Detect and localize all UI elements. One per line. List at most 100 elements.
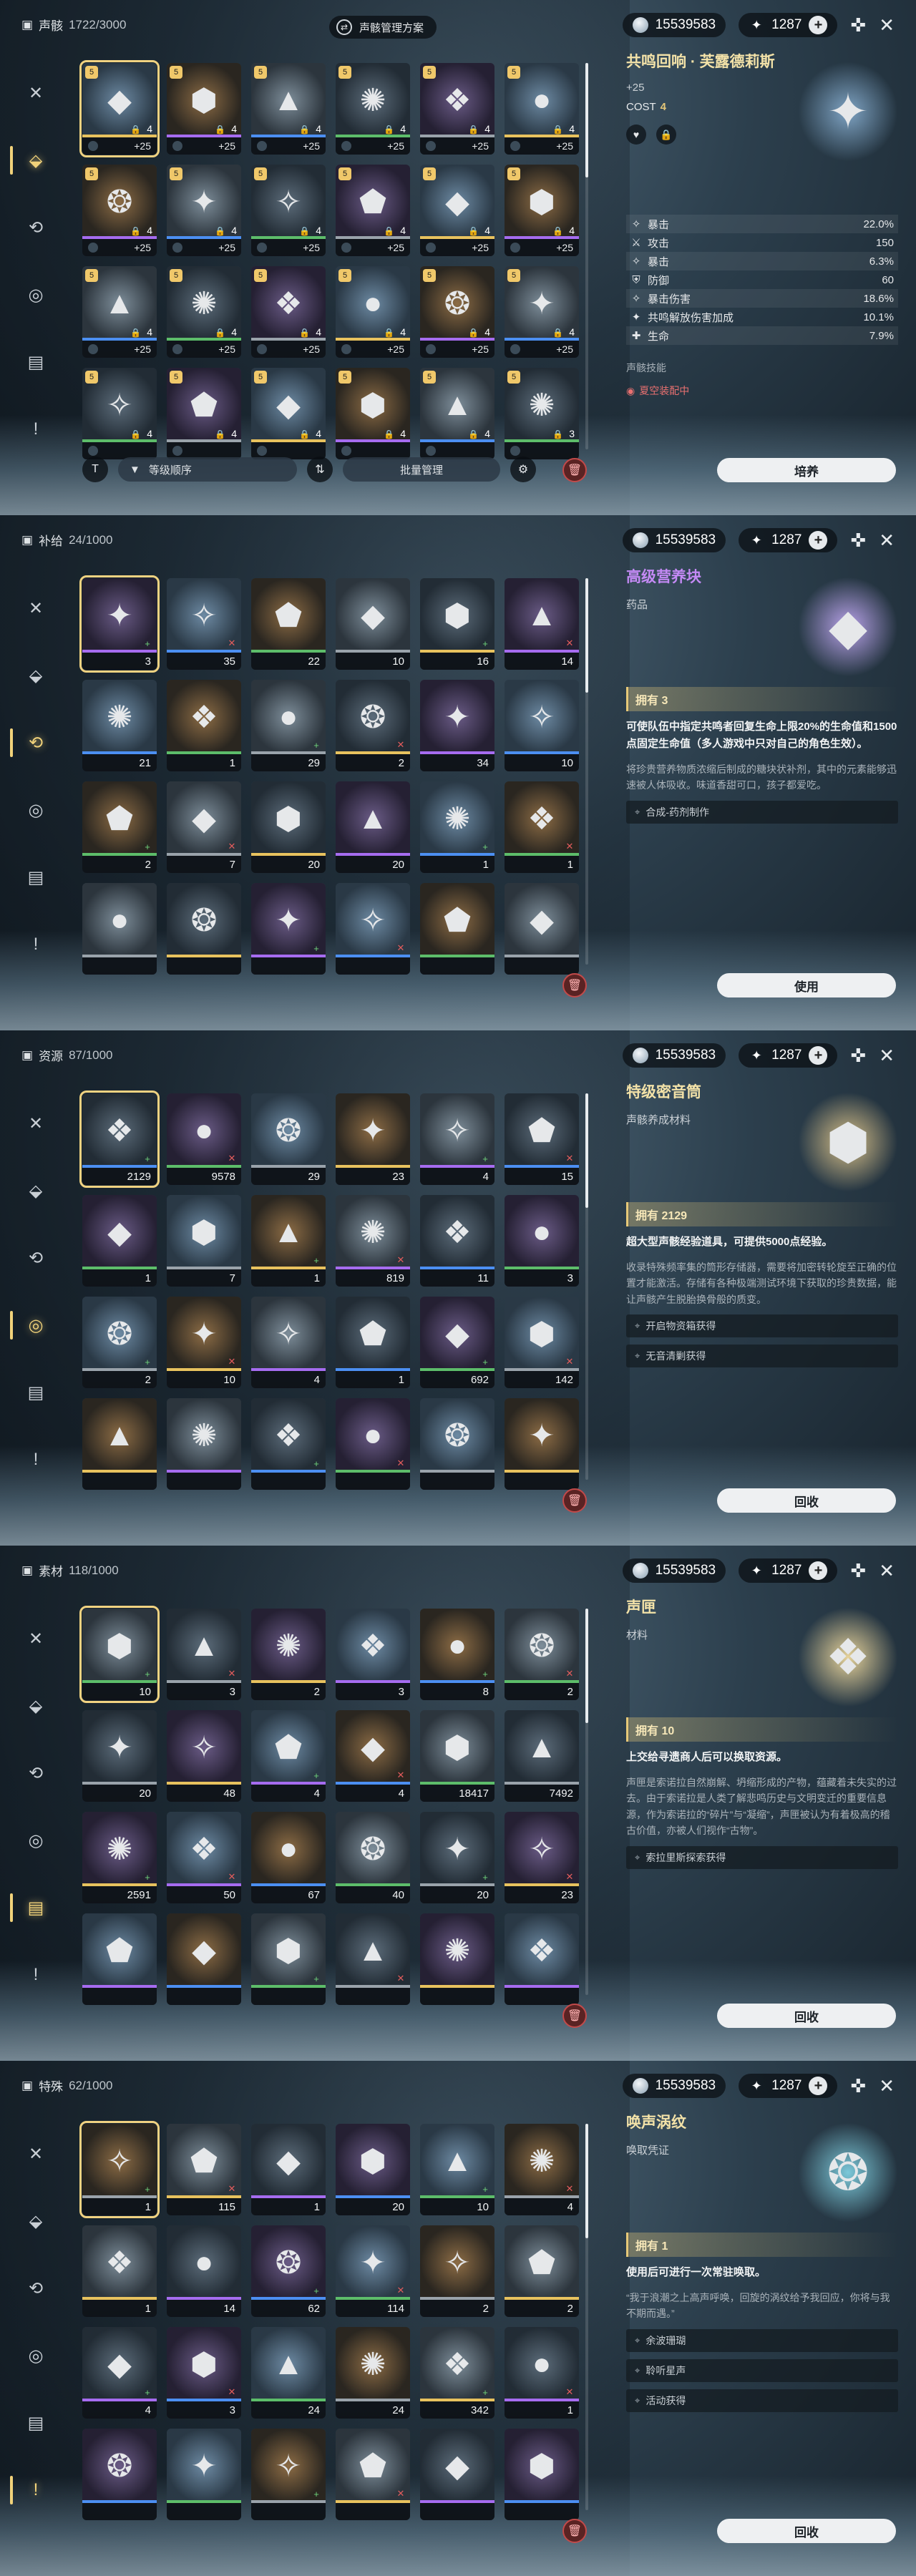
item-slot[interactable]: ✺ ✕ 819 [336,1195,410,1287]
item-slot[interactable]: ◆ ✕ 4 [336,1710,410,1802]
item-slot[interactable]: ❖ ✕ 50 [167,1812,241,1903]
item-slot[interactable]: ⬟ 1 [336,1297,410,1388]
item-slot[interactable]: ⬢ ✕ 142 [505,1297,579,1388]
item-slot[interactable]: ✦ 23 [336,1093,410,1185]
item-slot[interactable]: ⬟ ✕ 15 [505,1093,579,1185]
item-slot[interactable]: ▲ 5 4 🔒 [420,368,494,459]
item-slot[interactable]: ✺ 2 [251,1609,326,1700]
add-currency-button[interactable]: + [809,16,828,34]
sidebar-cross-swords-button[interactable]: ✕ [20,1108,52,1139]
item-slot[interactable]: ● 14 [167,2225,241,2317]
item-slot[interactable]: ⬢ [505,2429,579,2520]
item-slot[interactable]: ✦ ✕ 10 [167,1297,241,1388]
sidebar-cross-swords-button[interactable]: ✕ [20,2138,52,2170]
item-slot[interactable]: ⬟ 5 4 🔒 [167,368,241,459]
item-slot[interactable]: ▲ [82,1398,157,1490]
batch-manage-button[interactable]: 批量管理 [343,457,500,482]
source-entry[interactable]: ⌖ 余波珊瑚 [626,2328,898,2352]
sidebar-cross-swords-button[interactable]: ✕ [20,592,52,624]
item-slot[interactable]: ▲ 24 [251,2327,326,2419]
item-slot[interactable]: ▲ 5 4 🔒 +25 [82,266,157,358]
lock-toggle-icon[interactable]: 🔒 [656,125,676,145]
item-slot[interactable]: ❂ +62 [251,2225,326,2317]
item-slot[interactable]: ⬟ 5 4 🔒 +25 [336,165,410,256]
add-currency-button[interactable]: + [809,2077,828,2095]
item-slot[interactable]: ✺ ✕ 4 [505,2124,579,2215]
item-slot[interactable]: ● [82,883,157,975]
item-slot[interactable]: ✦ 34 [420,680,494,771]
item-slot[interactable]: ⬟ 2 [505,2225,579,2317]
item-slot[interactable]: ❂ [167,883,241,975]
item-slot[interactable]: ✺ 24 [336,2327,410,2419]
item-slot[interactable]: ⬢ + [251,1913,326,2005]
item-slot[interactable]: ❖ 5 4 🔒 +25 [420,63,494,155]
scrollbar-thumb[interactable] [585,63,588,177]
sidebar-resource-button[interactable]: ◎ [20,279,52,311]
sidebar-supply-button[interactable]: ⟲ [10,727,52,758]
item-slot[interactable]: ▲ ✕ 14 [505,578,579,670]
item-slot[interactable]: ❖ 1 [167,680,241,771]
sidebar-resource-button[interactable]: ◎ [20,1825,52,1856]
sidebar-echo-button[interactable]: ⬙ [20,1175,52,1206]
sidebar-special-button[interactable]: ! [20,1959,52,1991]
discard-button[interactable]: 🗑 [562,2004,587,2028]
item-slot[interactable]: ⬟ +2 [82,781,157,873]
item-slot[interactable]: ◆ 5 4 🔒 [251,368,326,459]
item-slot[interactable]: ❂ +2 [82,1297,157,1388]
scrollbar-thumb[interactable] [585,1093,588,1208]
item-slot[interactable]: ✺ [420,1913,494,2005]
item-slot[interactable]: ✦ [505,1398,579,1490]
item-slot[interactable]: ❖ [505,1913,579,2005]
item-slot[interactable]: ▲ ✕ 3 [167,1609,241,1700]
grid-scrollbar[interactable] [585,63,588,449]
item-slot[interactable]: ◆ [420,2429,494,2520]
item-slot[interactable]: ● ✕ 9578 [167,1093,241,1185]
item-slot[interactable]: ✦ + [251,883,326,975]
sidebar-special-button[interactable]: ! [20,929,52,960]
sidebar-supply-button[interactable]: ⟲ [20,1757,52,1789]
item-slot[interactable]: ✦ 5 4 🔒 +25 [167,165,241,256]
item-slot[interactable]: ✧ 10 [505,680,579,771]
compass-icon[interactable]: ✜ [850,2075,866,2097]
sidebar-echo-button[interactable]: ⬙ [20,1690,52,1722]
source-entry[interactable]: ⌖ 聆听星声 [626,2358,898,2382]
compass-icon[interactable]: ✜ [850,14,866,36]
item-slot[interactable]: ❖ 5 4 🔒 +25 [251,266,326,358]
item-slot[interactable]: ⬢ 5 4 🔒 [336,368,410,459]
item-slot[interactable]: ❖ +2129 [79,1091,160,1188]
sidebar-special-button[interactable]: ! [20,1444,52,1475]
sidebar-material-button[interactable]: ▤ [10,1892,52,1923]
item-slot[interactable]: ● +29 [251,680,326,771]
sort-dropdown[interactable]: ▼ 等级顺序 [118,457,297,482]
item-slot[interactable]: ● 5 4 🔒 +25 [336,266,410,358]
item-slot[interactable]: ● 3 [505,1195,579,1287]
source-entry[interactable]: ⌖ 合成-药剂制作 [626,800,898,824]
item-slot[interactable]: ❖ 1 [82,2225,157,2317]
item-slot[interactable]: ⬟ ✕ 115 [167,2124,241,2215]
item-slot[interactable]: ◆ +4 [82,2327,157,2419]
sidebar-special-button[interactable]: ! [20,414,52,445]
sort-direction-button[interactable]: ⇅ [307,457,333,482]
item-slot[interactable]: ❂ [420,1398,494,1490]
item-slot[interactable]: ⬢ +16 [420,578,494,670]
item-slot[interactable]: ❂ ✕ 2 [505,1609,579,1700]
item-slot[interactable]: ✦ +20 [420,1812,494,1903]
primary-action-button[interactable]: 回收 [717,2519,896,2543]
item-slot[interactable]: ✦ 20 [82,1710,157,1802]
item-slot[interactable]: ◆ 5 4 🔒 +25 [420,165,494,256]
item-slot[interactable]: ✺ 5 4 🔒 +25 [336,63,410,155]
source-entry[interactable]: ⌖ 开启物资箱获得 [626,1314,898,1338]
add-currency-button[interactable]: + [809,1046,828,1065]
item-slot[interactable]: ⬢ 18417 [420,1710,494,1802]
item-slot[interactable]: ✧ ✕ [336,883,410,975]
item-slot[interactable]: ◆ 10 [336,578,410,670]
item-slot[interactable]: ❂ 29 [251,1093,326,1185]
sidebar-material-button[interactable]: ▤ [20,346,52,378]
add-currency-button[interactable]: + [809,1561,828,1580]
item-slot[interactable]: ❂ [82,2429,157,2520]
item-slot[interactable]: ● ✕ 1 [505,2327,579,2419]
item-slot[interactable]: ▲ 7492 [505,1710,579,1802]
item-slot[interactable]: ⬢ 20 [251,781,326,873]
item-slot[interactable]: ⬢ 5 4 🔒 +25 [167,63,241,155]
item-slot[interactable]: ● 5 4 🔒 +25 [505,63,579,155]
